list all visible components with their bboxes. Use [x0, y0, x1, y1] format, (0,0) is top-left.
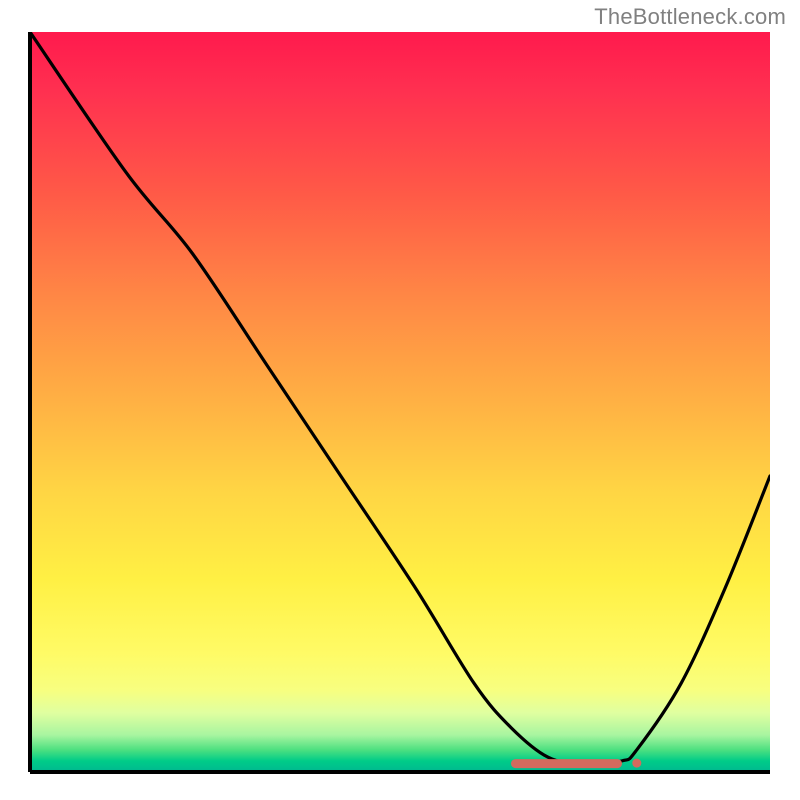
min-bar	[511, 759, 622, 768]
min-dot	[632, 759, 641, 768]
watermark-text: TheBottleneck.com	[594, 4, 786, 30]
bottleneck-curve	[30, 32, 770, 772]
curve-path	[30, 32, 770, 765]
